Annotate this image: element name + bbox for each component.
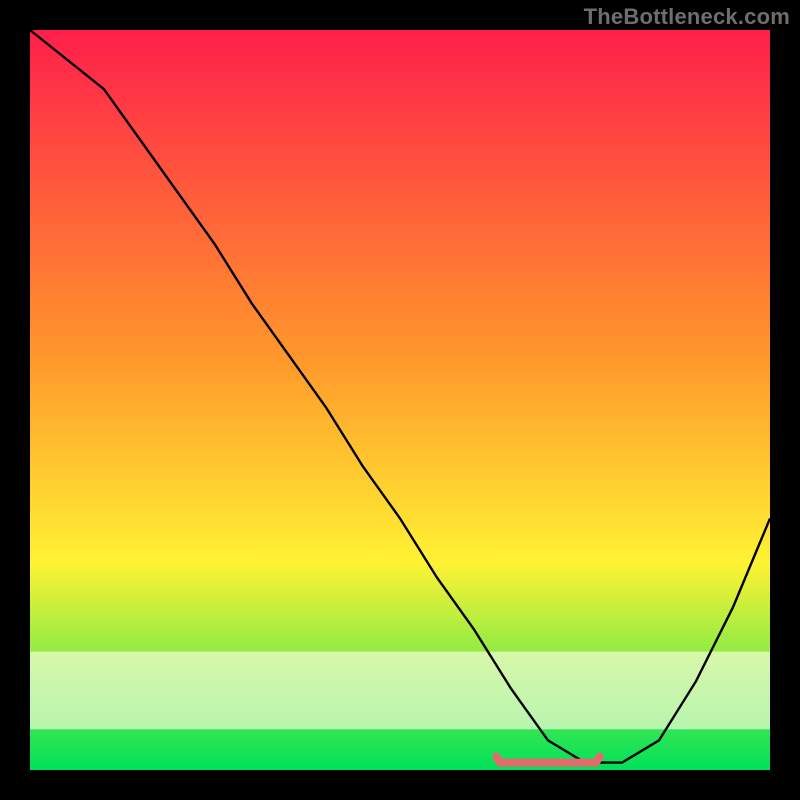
chart-frame: TheBottleneck.com <box>0 0 800 800</box>
bottleneck-chart <box>0 0 800 800</box>
attribution-label: TheBottleneck.com <box>584 4 790 30</box>
highlight-band <box>30 652 770 730</box>
